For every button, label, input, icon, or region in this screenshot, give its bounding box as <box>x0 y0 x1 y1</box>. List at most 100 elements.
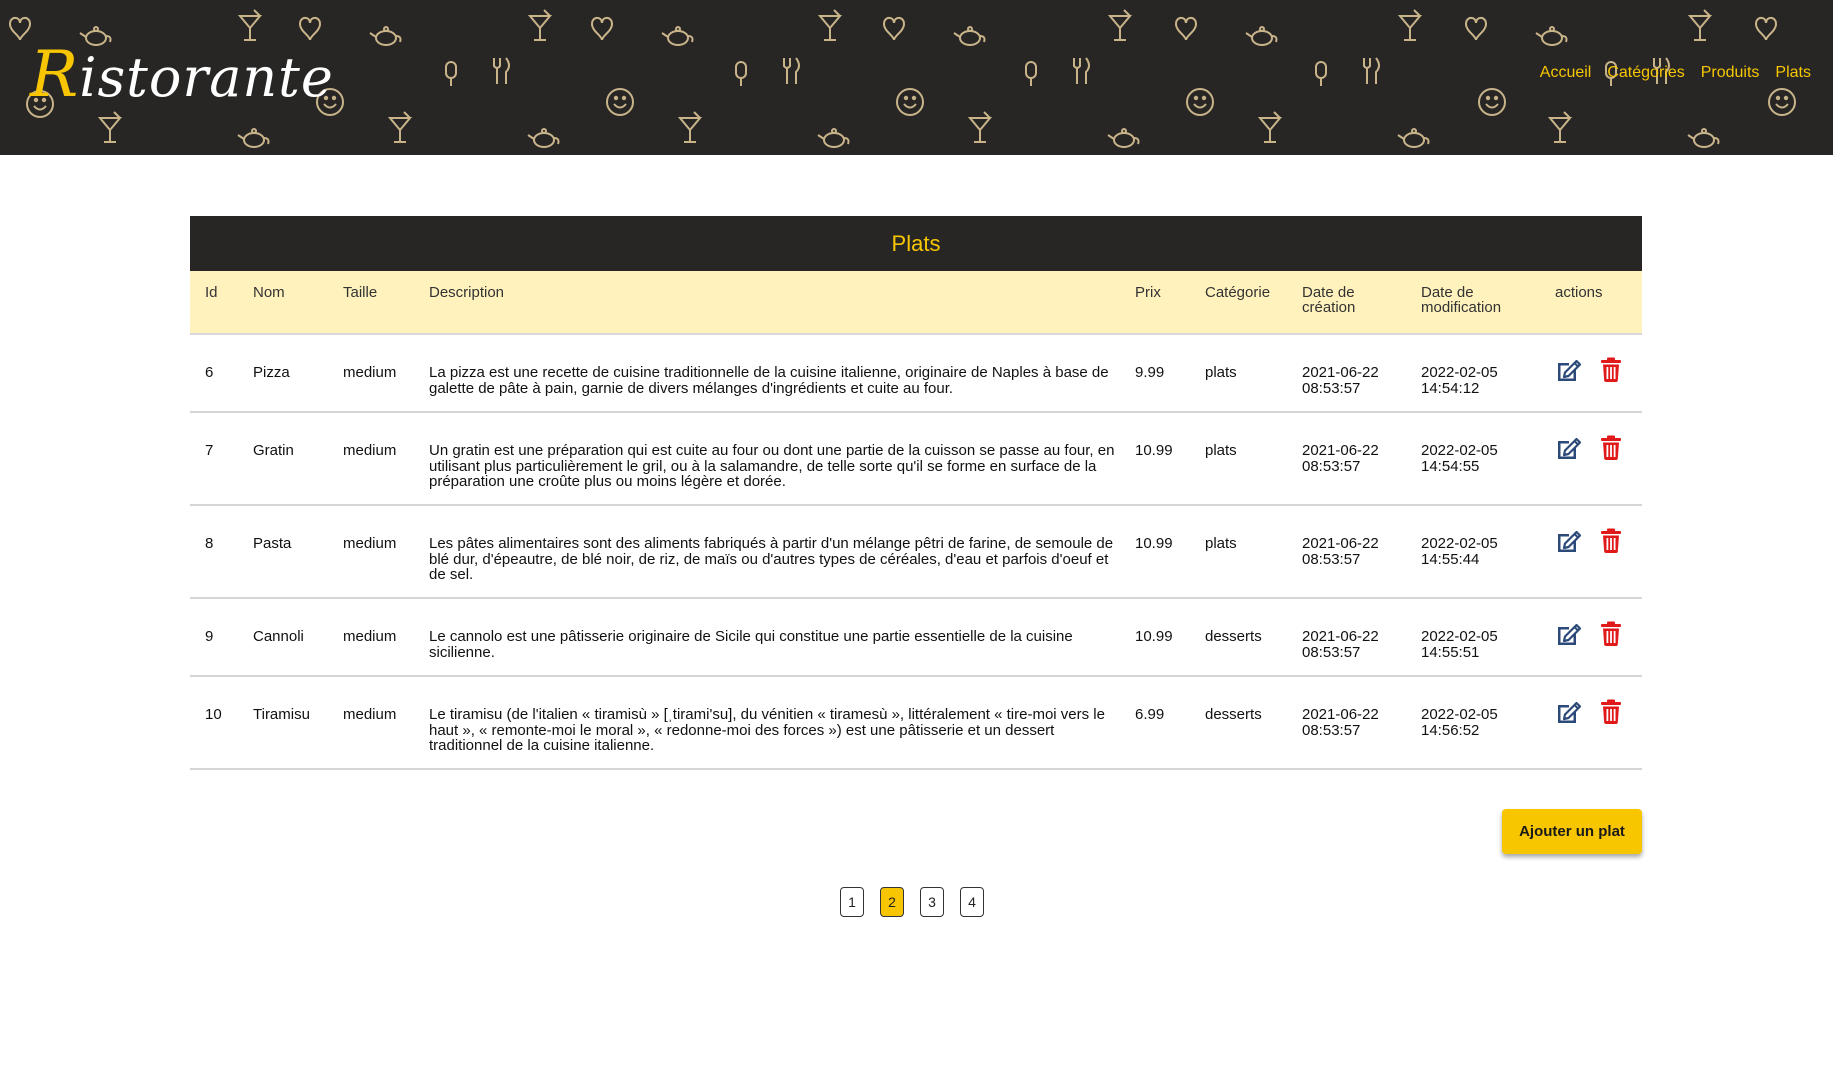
nav-produits[interactable]: Produits <box>1701 64 1760 82</box>
cell-date-creation: 2021-06-22 08:53:57 <box>1302 677 1421 738</box>
edit-icon[interactable] <box>1555 435 1583 461</box>
row-actions <box>1555 413 1642 461</box>
cell-categorie: plats <box>1205 535 1237 552</box>
cell-categorie: plats <box>1205 442 1237 459</box>
cell-date-modification: 2022-02-05 14:56:52 <box>1421 677 1555 738</box>
cell-nom: Pizza <box>253 364 290 381</box>
edit-icon[interactable] <box>1555 621 1583 647</box>
table-row: 6 Pizza medium La pizza est une recette … <box>190 334 1642 413</box>
cell-id: 7 <box>205 442 214 459</box>
cell-taille: medium <box>343 442 397 459</box>
site-header: Ristorante Accueil Catégories Produits P… <box>0 0 1833 155</box>
cell-id: 8 <box>205 535 214 552</box>
table-row: 7 Gratin medium Un gratin est une prépar… <box>190 412 1642 506</box>
cell-date-creation: 2021-06-22 08:53:57 <box>1302 599 1421 660</box>
cell-prix: 10.99 <box>1135 535 1173 552</box>
cell-date-creation-time: 08:53:57 <box>1302 550 1361 568</box>
cell-date-modification-time: 14:54:55 <box>1421 457 1480 475</box>
cell-taille: medium <box>343 706 397 723</box>
trash-icon[interactable] <box>1600 621 1628 647</box>
cell-date-modification-date: 2022-02-05 <box>1421 364 1498 381</box>
col-header-date-creation-line1: Date de <box>1302 284 1355 301</box>
row-actions <box>1555 506 1642 554</box>
pagination: 1234 <box>840 887 984 917</box>
cell-date-creation-date: 2021-06-22 <box>1302 706 1379 723</box>
table-title: Plats <box>190 216 1642 271</box>
cell-date-modification-time: 14:55:51 <box>1421 643 1480 661</box>
cell-date-modification: 2022-02-05 14:54:12 <box>1421 335 1555 396</box>
cell-date-creation-time: 08:53:57 <box>1302 379 1361 397</box>
cell-id: 10 <box>205 706 222 723</box>
cell-date-modification: 2022-02-05 14:55:44 <box>1421 506 1555 567</box>
cell-date-modification-date: 2022-02-05 <box>1421 442 1498 459</box>
edit-icon[interactable] <box>1555 699 1583 725</box>
cell-date-modification-date: 2022-02-05 <box>1421 535 1498 552</box>
trash-icon[interactable] <box>1600 435 1628 461</box>
cell-date-creation: 2021-06-22 08:53:57 <box>1302 335 1421 396</box>
col-header-date-creation: Date de création <box>1302 271 1421 335</box>
site-logo[interactable]: Ristorante <box>30 38 334 112</box>
cell-description: Un gratin est une préparation qui est cu… <box>429 442 1115 490</box>
plats-panel: Plats Id Nom Taille Description Prix Cat… <box>190 216 1642 770</box>
col-header-date-modification-line2: modification <box>1421 299 1502 316</box>
cell-id: 9 <box>205 628 214 645</box>
trash-icon[interactable] <box>1600 699 1628 725</box>
edit-icon[interactable] <box>1555 528 1583 554</box>
cell-date-creation-time: 08:53:57 <box>1302 457 1361 475</box>
cell-date-modification-time: 14:56:52 <box>1421 721 1480 739</box>
cell-date-creation-time: 08:53:57 <box>1302 721 1361 739</box>
cell-prix: 10.99 <box>1135 628 1173 645</box>
cell-date-creation-date: 2021-06-22 <box>1302 442 1379 459</box>
cell-nom: Pasta <box>253 535 292 552</box>
page-button-2[interactable]: 2 <box>880 887 904 917</box>
table-row: 8 Pasta medium Les pâtes alimentaires so… <box>190 505 1642 599</box>
col-header-date-creation-line2: création <box>1302 299 1356 316</box>
cell-description: Le tiramisu (de l'italien « tiramisù » [… <box>429 706 1105 754</box>
nav-accueil[interactable]: Accueil <box>1540 64 1592 82</box>
cell-categorie: desserts <box>1205 706 1262 723</box>
nav-categories[interactable]: Catégories <box>1607 64 1684 82</box>
page-button-1[interactable]: 1 <box>840 887 864 917</box>
col-header-id: Id <box>190 271 253 335</box>
cell-categorie: desserts <box>1205 628 1262 645</box>
trash-icon[interactable] <box>1600 528 1628 554</box>
cell-prix: 9.99 <box>1135 364 1165 381</box>
row-actions <box>1555 677 1642 725</box>
cell-date-modification: 2022-02-05 14:54:55 <box>1421 413 1555 474</box>
cell-description: Le cannolo est une pâtisserie originaire… <box>429 628 1073 661</box>
cell-date-creation: 2021-06-22 08:53:57 <box>1302 413 1421 474</box>
cell-date-modification-date: 2022-02-05 <box>1421 628 1498 645</box>
cell-taille: medium <box>343 535 397 552</box>
logo-text: istorante <box>79 46 334 109</box>
cell-date-creation-time: 08:53:57 <box>1302 643 1361 661</box>
table-header-row: Id Nom Taille Description Prix Catégorie… <box>190 271 1642 335</box>
main-nav: Accueil Catégories Produits Plats <box>1540 64 1811 82</box>
col-header-description: Description <box>429 271 1135 335</box>
cell-date-creation-date: 2021-06-22 <box>1302 364 1379 381</box>
trash-icon[interactable] <box>1600 357 1628 383</box>
edit-icon[interactable] <box>1555 357 1583 383</box>
cell-id: 6 <box>205 364 214 381</box>
nav-plats[interactable]: Plats <box>1775 64 1811 82</box>
cell-date-creation-date: 2021-06-22 <box>1302 628 1379 645</box>
page-button-4[interactable]: 4 <box>960 887 984 917</box>
col-header-taille: Taille <box>343 271 429 335</box>
cell-nom: Tiramisu <box>253 706 310 723</box>
cell-date-modification-time: 14:54:12 <box>1421 379 1480 397</box>
table-row: 10 Tiramisu medium Le tiramisu (de l'ita… <box>190 676 1642 770</box>
cell-date-modification-date: 2022-02-05 <box>1421 706 1498 723</box>
cell-date-modification: 2022-02-05 14:55:51 <box>1421 599 1555 660</box>
cell-prix: 10.99 <box>1135 442 1173 459</box>
cell-description: La pizza est une recette de cuisine trad… <box>429 364 1109 397</box>
add-plat-button[interactable]: Ajouter un plat <box>1502 809 1642 854</box>
col-header-nom: Nom <box>253 271 343 335</box>
cell-categorie: plats <box>1205 364 1237 381</box>
row-actions <box>1555 335 1642 383</box>
cell-nom: Gratin <box>253 442 294 459</box>
row-actions <box>1555 599 1642 647</box>
col-header-categorie: Catégorie <box>1205 271 1302 335</box>
cell-date-creation: 2021-06-22 08:53:57 <box>1302 506 1421 567</box>
page-button-3[interactable]: 3 <box>920 887 944 917</box>
logo-first-letter: R <box>30 38 80 112</box>
col-header-prix: Prix <box>1135 271 1205 335</box>
